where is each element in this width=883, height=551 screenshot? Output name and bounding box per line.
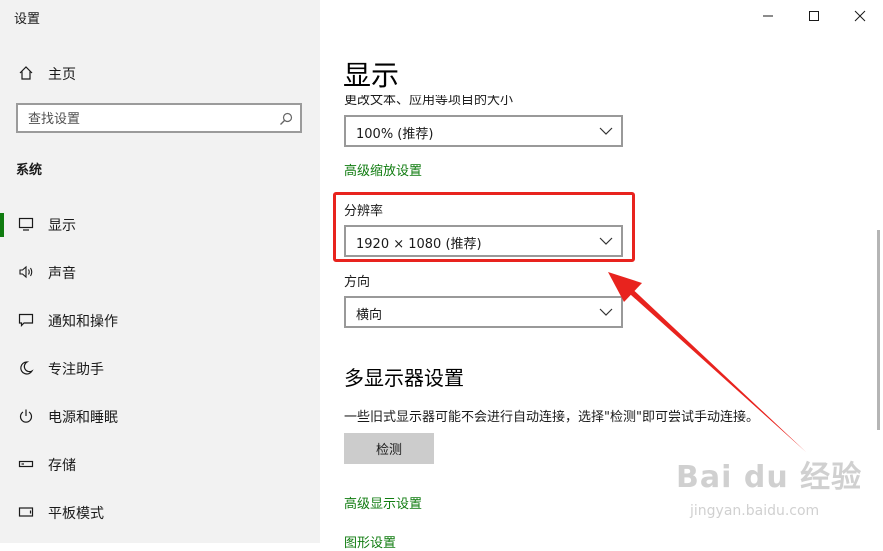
app-title: 设置 bbox=[14, 12, 41, 27]
active-indicator bbox=[0, 213, 4, 237]
monitor-icon bbox=[17, 215, 35, 233]
sidebar-item-label: 显示 bbox=[48, 218, 76, 234]
minimize-icon bbox=[763, 15, 773, 17]
resolution-highlight-box bbox=[333, 192, 635, 262]
watermark-logo: Bai du 经验 bbox=[676, 460, 863, 495]
orientation-label: 方向 bbox=[344, 275, 371, 290]
sidebar-item-notifications[interactable]: 通知和操作 bbox=[0, 300, 320, 340]
detect-button[interactable]: 检测 bbox=[344, 433, 434, 464]
search-input[interactable] bbox=[26, 109, 270, 129]
chevron-down-icon bbox=[599, 308, 613, 316]
orientation-dropdown[interactable]: 横向 bbox=[344, 296, 623, 328]
speaker-icon bbox=[17, 263, 35, 281]
home-icon bbox=[17, 64, 35, 82]
chevron-down-icon bbox=[599, 127, 613, 135]
section-label-system: 系统 bbox=[16, 163, 43, 178]
storage-icon bbox=[17, 455, 35, 473]
sidebar-item-label: 通知和操作 bbox=[48, 314, 118, 330]
advanced-display-link[interactable]: 高级显示设置 bbox=[344, 493, 422, 512]
sidebar-item-label: 电源和睡眠 bbox=[48, 410, 118, 426]
orientation-value: 横向 bbox=[356, 308, 383, 323]
sidebar: 设置 主页 系统 显示 声音 通知和操作 专注助手 bbox=[0, 0, 320, 543]
multi-display-description: 一些旧式显示器可能不会进行自动连接，选择"检测"即可尝试手动连接。 bbox=[344, 410, 759, 425]
close-icon bbox=[854, 10, 866, 22]
maximize-button[interactable] bbox=[791, 0, 837, 32]
search-box[interactable] bbox=[16, 103, 302, 133]
sidebar-item-focus-assist[interactable]: 专注助手 bbox=[0, 348, 320, 388]
sidebar-item-sound[interactable]: 声音 bbox=[0, 252, 320, 292]
tablet-icon bbox=[17, 503, 35, 521]
sidebar-item-display[interactable]: 显示 bbox=[0, 204, 320, 244]
moon-icon bbox=[17, 359, 35, 377]
power-icon bbox=[17, 407, 35, 425]
notification-icon bbox=[17, 311, 35, 329]
sidebar-item-tablet-mode[interactable]: 平板模式 bbox=[0, 492, 320, 532]
sidebar-item-power-sleep[interactable]: 电源和睡眠 bbox=[0, 396, 320, 436]
scrollbar-thumb[interactable] bbox=[877, 230, 880, 430]
sidebar-item-label: 专注助手 bbox=[48, 362, 104, 378]
search-icon[interactable] bbox=[279, 111, 293, 125]
sidebar-item-label: 主页 bbox=[48, 67, 76, 83]
graphics-settings-link[interactable]: 图形设置 bbox=[344, 532, 396, 551]
scale-dropdown[interactable]: 100% (推荐) bbox=[344, 115, 623, 147]
watermark-url: jingyan.baidu.com bbox=[690, 503, 820, 519]
multi-display-heading: 多显示器设置 bbox=[344, 366, 464, 390]
page-title: 显示 bbox=[343, 59, 400, 92]
close-button[interactable] bbox=[837, 0, 883, 32]
advanced-scaling-link[interactable]: 高级缩放设置 bbox=[344, 160, 422, 179]
sidebar-item-label: 存储 bbox=[48, 458, 76, 474]
maximize-icon bbox=[809, 11, 819, 21]
scale-value: 100% (推荐) bbox=[356, 127, 434, 142]
sidebar-item-label: 声音 bbox=[48, 266, 76, 282]
minimize-button[interactable] bbox=[745, 0, 791, 32]
sidebar-item-label: 平板模式 bbox=[48, 506, 104, 522]
sidebar-item-storage[interactable]: 存储 bbox=[0, 444, 320, 484]
sidebar-item-home[interactable]: 主页 bbox=[0, 53, 320, 93]
